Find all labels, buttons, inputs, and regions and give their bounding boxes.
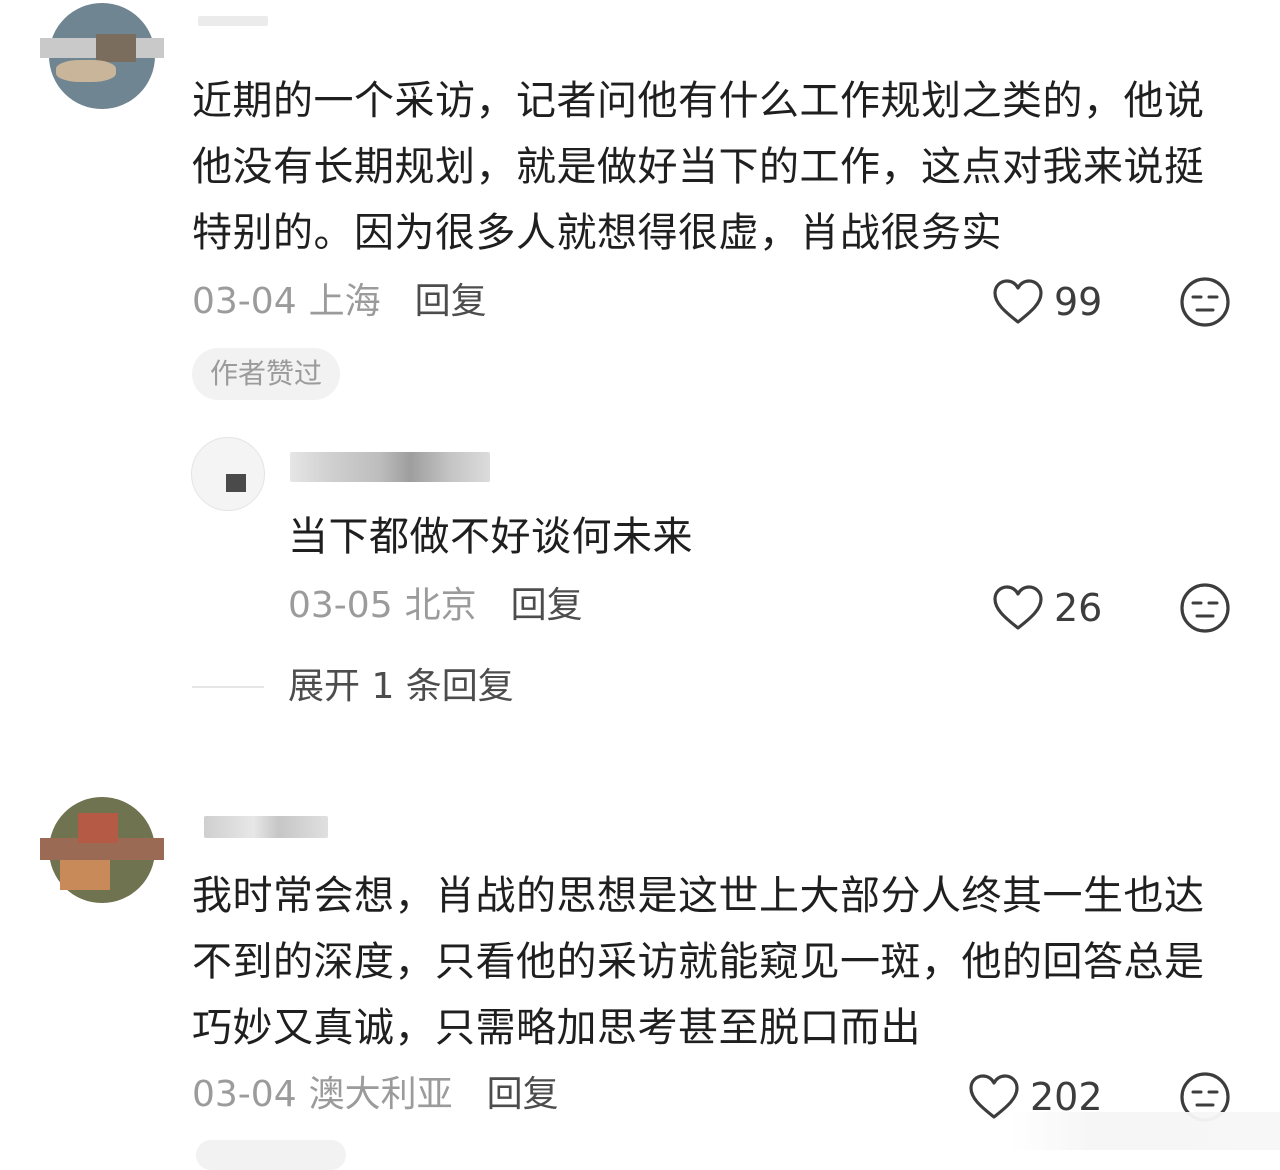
reply-location: 北京 [404,585,477,626]
like-count: 99 [1054,280,1103,324]
comment-date: 03-04 [192,1074,297,1115]
unamused-face-icon [1180,277,1230,327]
reply-button[interactable]: 回复 [415,280,487,324]
expand-replies-button[interactable]: 展开 1 条回复 [288,665,514,709]
watermark-overlay [1010,1112,1280,1150]
reply-date: 03-05 [288,585,393,626]
commenter-username-redacted[interactable] [204,816,328,838]
like-button[interactable]: 99 [992,278,1102,326]
comment-location: 上海 [308,281,381,322]
avatar-mosaic [60,860,110,890]
comment-location: 澳大利亚 [308,1074,453,1115]
avatar-mosaic [78,813,118,843]
reply-button[interactable]: 回复 [487,1073,559,1117]
comment-meta: 03-04 上海 回复 [192,280,487,324]
reply-button[interactable]: 回复 [511,584,583,628]
replier-username-redacted[interactable] [290,452,490,482]
reply-meta: 03-05 北京 回复 [288,584,583,628]
comment-text: 我时常会想，肖战的思想是这世上大部分人终其一生也达不到的深度，只看他的采访就能窥… [192,873,1205,1051]
expand-divider [192,686,264,688]
like-count: 26 [1054,586,1103,630]
author-liked-badge-partial [196,1140,346,1170]
avatar-mosaic [56,60,116,82]
comment-text: 近期的一个采访，记者问他有什么工作规划之类的，他说他没有长期规划，就是做好当下的… [192,78,1205,256]
commenter-username-redacted[interactable] [198,16,268,26]
unamused-face-icon [1180,583,1230,633]
dislike-button[interactable] [1179,276,1231,328]
comment-meta: 03-04 澳大利亚 回复 [192,1073,559,1117]
avatar-mosaic [96,34,136,62]
comment-date: 03-04 [192,281,297,322]
like-button[interactable]: 26 [992,584,1102,632]
author-liked-badge: 作者赞过 [192,348,341,400]
avatar-mosaic [226,474,246,492]
heart-outline-icon [993,585,1043,630]
dislike-button[interactable] [1179,582,1231,634]
heart-outline-icon [993,279,1043,324]
reply-text: 当下都做不好谈何未来 [288,514,693,560]
